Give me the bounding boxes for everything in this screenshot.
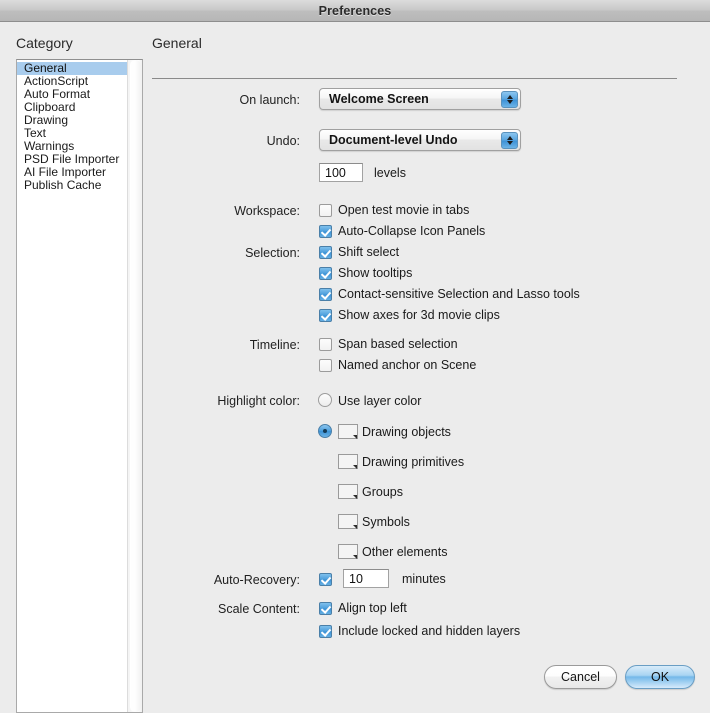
checkbox-align-top-left[interactable] xyxy=(319,602,332,615)
chevron-updown-icon[interactable] xyxy=(501,91,518,108)
checkbox-named-anchor-on-scene[interactable] xyxy=(319,359,332,372)
label-shift-select: Shift select xyxy=(338,245,400,259)
on-launch-label: On launch: xyxy=(239,93,300,107)
checkbox-show-axes-3d-movie-clips[interactable] xyxy=(319,309,332,322)
category-heading: Category xyxy=(16,35,73,51)
label-include-locked-hidden-layers: Include locked and hidden layers xyxy=(338,624,521,638)
auto-recovery-minutes-label: minutes xyxy=(402,572,446,586)
timeline-label: Timeline: xyxy=(249,338,300,352)
checkbox-open-test-movie-in-tabs[interactable] xyxy=(319,204,332,217)
label-use-layer-color: Use layer color xyxy=(338,394,422,408)
label-open-test-movie-in-tabs: Open test movie in tabs xyxy=(338,203,470,217)
selection-label: Selection: xyxy=(245,246,300,260)
label-align-top-left: Align top left xyxy=(338,601,407,615)
checkbox-auto-collapse-icon-panels[interactable] xyxy=(319,225,332,238)
checkbox-shift-select[interactable] xyxy=(319,246,332,259)
checkbox-auto-recovery[interactable] xyxy=(319,573,332,586)
ok-button[interactable]: OK xyxy=(625,665,695,689)
checkbox-show-tooltips[interactable] xyxy=(319,267,332,280)
undo-select[interactable]: Document-level Undo xyxy=(319,129,521,151)
chevron-down-icon xyxy=(353,525,357,529)
undo-levels-label: levels xyxy=(374,166,406,180)
window-title-bar: Preferences xyxy=(0,0,710,22)
label-show-axes-3d-movie-clips: Show axes for 3d movie clips xyxy=(338,308,500,322)
swatch-other-elements[interactable] xyxy=(338,544,358,559)
on-launch-select[interactable]: Welcome Screen xyxy=(319,88,521,110)
chevron-down-icon xyxy=(353,465,357,469)
auto-recovery-label: Auto-Recovery: xyxy=(213,573,300,587)
label-show-tooltips: Show tooltips xyxy=(338,266,413,280)
label-drawing-primitives: Drawing primitives xyxy=(362,455,465,469)
chevron-updown-icon[interactable] xyxy=(501,132,518,149)
checkbox-include-locked-hidden-layers[interactable] xyxy=(319,625,332,638)
on-launch-value: Welcome Screen xyxy=(329,92,429,106)
highlight-color-label: Highlight color: xyxy=(217,394,300,408)
label-contact-sensitive-selection: Contact-sensitive Selection and Lasso to… xyxy=(338,287,580,301)
label-symbols: Symbols xyxy=(362,515,410,529)
undo-label: Undo: xyxy=(266,134,300,148)
checkbox-span-based-selection[interactable] xyxy=(319,338,332,351)
page-title: General xyxy=(152,35,202,51)
preferences-dialog: Category General ActionScript Auto Forma… xyxy=(0,22,710,713)
swatch-groups[interactable] xyxy=(338,484,358,499)
sidebar-item-publish-cache[interactable]: Publish Cache xyxy=(17,179,127,192)
swatch-drawing-primitives[interactable] xyxy=(338,454,358,469)
category-list-items: General ActionScript Auto Format Clipboa… xyxy=(17,60,127,192)
window-title: Preferences xyxy=(318,3,392,18)
chevron-down-icon xyxy=(353,555,357,559)
label-auto-collapse-icon-panels: Auto-Collapse Icon Panels xyxy=(338,224,486,238)
checkbox-contact-sensitive-selection[interactable] xyxy=(319,288,332,301)
radio-use-layer-color[interactable] xyxy=(318,393,332,407)
pane-divider xyxy=(152,78,677,79)
category-list[interactable]: General ActionScript Auto Format Clipboa… xyxy=(16,59,143,713)
workspace-label: Workspace: xyxy=(234,204,300,218)
undo-levels-input[interactable]: 100 xyxy=(319,163,363,182)
cancel-button[interactable]: Cancel xyxy=(544,665,617,689)
auto-recovery-minutes-input[interactable]: 10 xyxy=(343,569,389,588)
chevron-down-icon xyxy=(353,495,357,499)
label-groups: Groups xyxy=(362,485,403,499)
radio-custom-colors[interactable] xyxy=(318,424,332,438)
label-drawing-objects: Drawing objects xyxy=(362,425,451,439)
label-named-anchor-on-scene: Named anchor on Scene xyxy=(338,358,477,372)
scale-content-label: Scale Content: xyxy=(218,602,300,616)
label-span-based-selection: Span based selection xyxy=(338,337,458,351)
swatch-symbols[interactable] xyxy=(338,514,358,529)
swatch-drawing-objects[interactable] xyxy=(338,424,358,439)
chevron-down-icon xyxy=(353,435,357,439)
label-other-elements: Other elements xyxy=(362,545,448,559)
undo-value: Document-level Undo xyxy=(329,133,458,147)
